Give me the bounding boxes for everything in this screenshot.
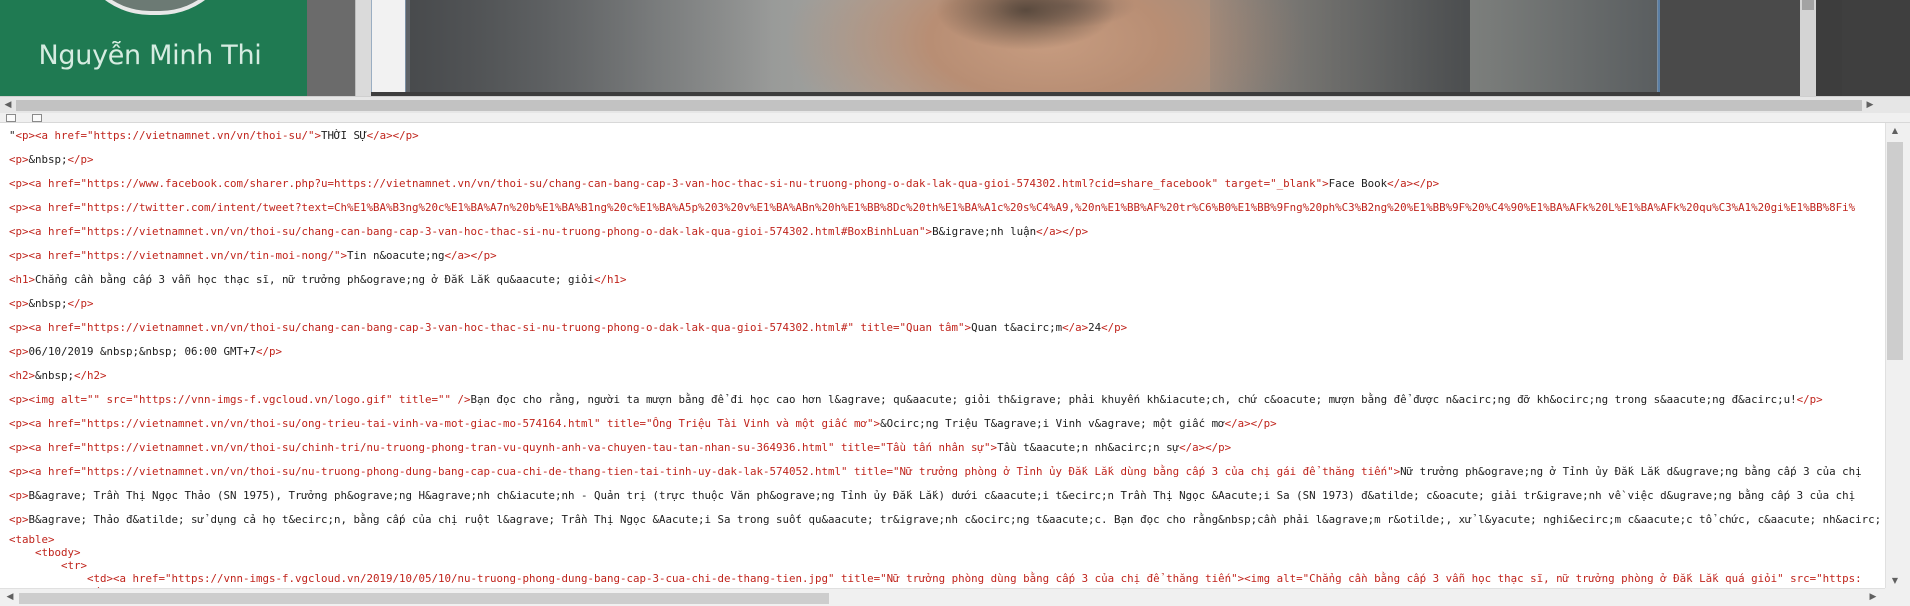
source-line: <p><a href="https://vietnamnet.vn/vn/tho… bbox=[9, 465, 1862, 478]
source-line: <p>&nbsp;</p> bbox=[9, 297, 94, 310]
source-line: <h1>Chẳng cần bằng cấp 3 vẫn học thạc sĩ… bbox=[9, 273, 627, 286]
source-horizontal-scroll-thumb[interactable] bbox=[19, 593, 829, 604]
profile-panel: Nguyễn Minh Thi bbox=[0, 0, 307, 96]
preview-vertical-scrollbar[interactable] bbox=[1800, 0, 1816, 96]
photo-shade-left bbox=[410, 0, 770, 92]
page-preview: Nguyễn Minh Thi bbox=[0, 0, 1910, 96]
preview-gap bbox=[307, 0, 355, 96]
source-line: <p><a href="https://vietnamnet.vn/vn/tho… bbox=[9, 225, 1089, 238]
source-horizontal-scrollbar[interactable]: ◀ ▶ bbox=[0, 588, 1885, 606]
avatar bbox=[75, 0, 235, 15]
source-line: <p>&nbsp;</p> bbox=[9, 153, 94, 166]
preview-horizontal-scrollbar[interactable]: ◀ ▶ bbox=[0, 96, 1910, 113]
source-scroll-right-arrow-icon[interactable]: ▶ bbox=[1865, 590, 1881, 605]
photo-shade-right bbox=[1210, 0, 1470, 92]
expand-icon[interactable] bbox=[32, 114, 42, 122]
preview-inner-scrollbar[interactable] bbox=[355, 0, 371, 96]
scrollbar-corner bbox=[1885, 588, 1910, 606]
scroll-right-arrow-icon[interactable]: ▶ bbox=[1862, 98, 1878, 113]
source-line: <h2>&nbsp;</h2> bbox=[9, 369, 107, 382]
source-scroll-left-arrow-icon[interactable]: ◀ bbox=[2, 590, 18, 605]
source-line: <p>B&agrave; Trần Thị Ngọc Thảo (SN 1975… bbox=[9, 489, 1856, 502]
preview-right-strip bbox=[1842, 0, 1910, 96]
source-line: <p>B&agrave; Thảo đ&atilde; sử dụng cả h… bbox=[9, 513, 1882, 526]
source-line: <p>06/10/2019 &nbsp;&nbsp; 06:00 GMT+7</… bbox=[9, 345, 283, 358]
scroll-up-arrow-icon[interactable]: ▲ bbox=[1887, 124, 1903, 138]
source-line: <tbody> bbox=[35, 546, 81, 559]
source-line: <td><a href="https://vnn-imgs-f.vgcloud.… bbox=[87, 572, 1862, 585]
scroll-down-arrow-icon[interactable]: ▼ bbox=[1887, 574, 1903, 588]
source-line: <p><a href="https://vietnamnet.vn/vn/tho… bbox=[9, 441, 1232, 454]
preview-horizontal-scroll-thumb[interactable] bbox=[16, 100, 1862, 111]
source-line: <p><a href="https://www.facebook.com/sha… bbox=[9, 177, 1440, 190]
source-line: <p><a href="https://vietnamnet.vn/vn/tho… bbox=[9, 321, 1128, 334]
source-line: <tr> bbox=[61, 559, 88, 572]
source-line: "<p><a href="https://vietnamnet.vn/vn/th… bbox=[9, 129, 419, 142]
pane-divider[interactable] bbox=[0, 113, 1910, 123]
source-line: <p><a href="https://vietnamnet.vn/vn/tin… bbox=[9, 249, 497, 262]
profile-name: Nguyễn Minh Thi bbox=[38, 40, 262, 71]
collapse-icon[interactable] bbox=[6, 114, 16, 122]
source-vertical-scroll-thumb[interactable] bbox=[1887, 142, 1903, 360]
source-line: <p><a href="https://vietnamnet.vn/vn/tho… bbox=[9, 417, 1277, 430]
source-line: <p><a href="https://twitter.com/intent/t… bbox=[9, 201, 1856, 214]
source-line: <table> bbox=[9, 533, 55, 546]
source-line: <p><img alt="" src="https://vnn-imgs-f.v… bbox=[9, 393, 1823, 406]
scroll-left-arrow-icon[interactable]: ◀ bbox=[0, 98, 16, 113]
html-source-view[interactable]: "<p><a href="https://vietnamnet.vn/vn/th… bbox=[0, 123, 1885, 588]
preview-right-area bbox=[1660, 0, 1800, 96]
preview-vertical-scroll-thumb[interactable] bbox=[1802, 0, 1814, 10]
